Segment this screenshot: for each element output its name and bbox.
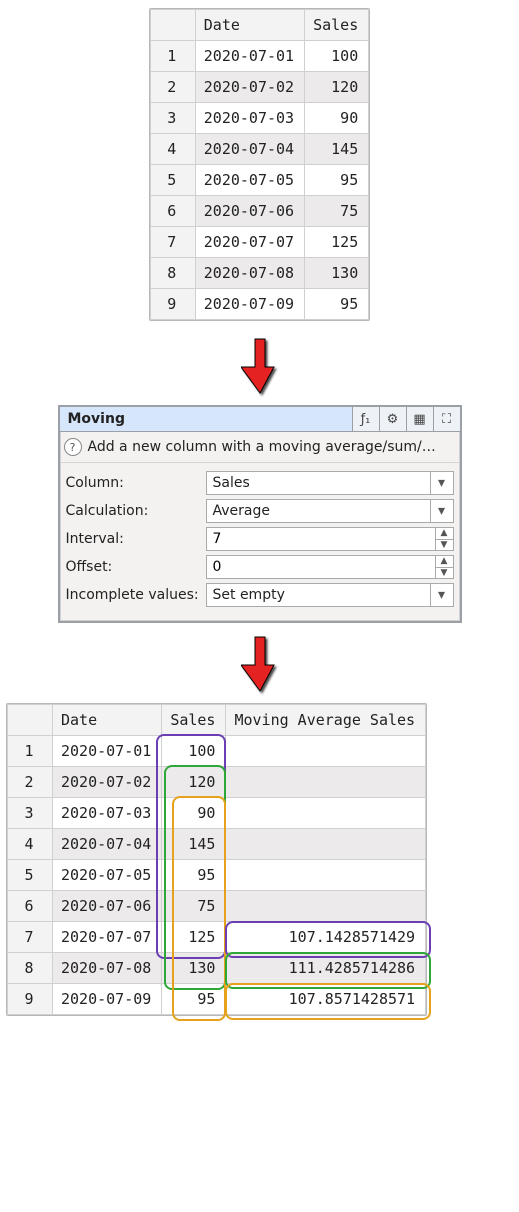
label-column: Column:: [66, 475, 206, 491]
table-row: 1 2020-07-01 100: [150, 41, 368, 72]
dialog-title: Moving: [60, 407, 352, 431]
label-incomplete: Incomplete values:: [66, 587, 206, 603]
table-row: 4 2020-07-04 145: [150, 134, 368, 165]
dialog-hint: Add a new column with a moving average/s…: [88, 439, 436, 455]
incomplete-select[interactable]: Set empty ▾: [206, 583, 454, 607]
help-icon[interactable]: ?: [64, 438, 82, 456]
col-date-header: Date: [195, 10, 304, 41]
col-index-header: [8, 705, 53, 736]
chevron-down-icon: ▾: [431, 583, 454, 607]
col-sales-header: Sales: [162, 705, 226, 736]
offset-spinner[interactable]: ▲▼: [436, 555, 454, 579]
table-row: 4 2020-07-04 145: [8, 829, 426, 860]
output-table: Date Sales Moving Average Sales 1 2020-0…: [6, 703, 427, 1016]
moving-settings-dialog: Moving ƒ₁ ⚙ ▦ ⛶ ? Add a new column with …: [58, 405, 462, 623]
input-table: Date Sales 1 2020-07-01 100 2 2020-07-02…: [149, 8, 370, 321]
arrow-down-icon: [241, 635, 279, 695]
table-row: 7 2020-07-07 125 107.1428571429: [8, 922, 426, 953]
label-calculation: Calculation:: [66, 503, 206, 519]
table-row: 6 2020-07-06 75: [8, 891, 426, 922]
chevron-down-icon: ▾: [431, 471, 454, 495]
calculation-select[interactable]: Average ▾: [206, 499, 454, 523]
table-row: 8 2020-07-08 130 111.4285714286: [8, 953, 426, 984]
column-select[interactable]: Sales ▾: [206, 471, 454, 495]
table-row: 8 2020-07-08 130: [150, 258, 368, 289]
label-offset: Offset:: [66, 559, 206, 575]
calc-icon[interactable]: ƒ₁: [352, 407, 379, 431]
gear-icon[interactable]: ⚙: [379, 407, 406, 431]
table-row: 1 2020-07-01 100: [8, 736, 426, 767]
expand-icon[interactable]: ⛶: [433, 407, 460, 431]
table-row: 7 2020-07-07 125: [150, 227, 368, 258]
col-sales-header: Sales: [305, 10, 369, 41]
interval-spinner[interactable]: ▲▼: [436, 527, 454, 551]
chevron-down-icon: ▾: [431, 499, 454, 523]
table-row: 2 2020-07-02 120: [150, 72, 368, 103]
table-row: 5 2020-07-05 95: [150, 165, 368, 196]
grid-icon[interactable]: ▦: [406, 407, 433, 431]
col-movavg-header: Moving Average Sales: [226, 705, 426, 736]
label-interval: Interval:: [66, 531, 206, 547]
table-row: 6 2020-07-06 75: [150, 196, 368, 227]
table-row: 9 2020-07-09 95 107.8571428571: [8, 984, 426, 1015]
table-row: 2 2020-07-02 120: [8, 767, 426, 798]
table-row: 3 2020-07-03 90: [8, 798, 426, 829]
offset-input[interactable]: [206, 555, 436, 579]
table-row: 5 2020-07-05 95: [8, 860, 426, 891]
col-index-header: [150, 10, 195, 41]
arrow-down-icon: [241, 337, 279, 397]
interval-input[interactable]: [206, 527, 436, 551]
table-row: 3 2020-07-03 90: [150, 103, 368, 134]
col-date-header: Date: [53, 705, 162, 736]
table-row: 9 2020-07-09 95: [150, 289, 368, 320]
